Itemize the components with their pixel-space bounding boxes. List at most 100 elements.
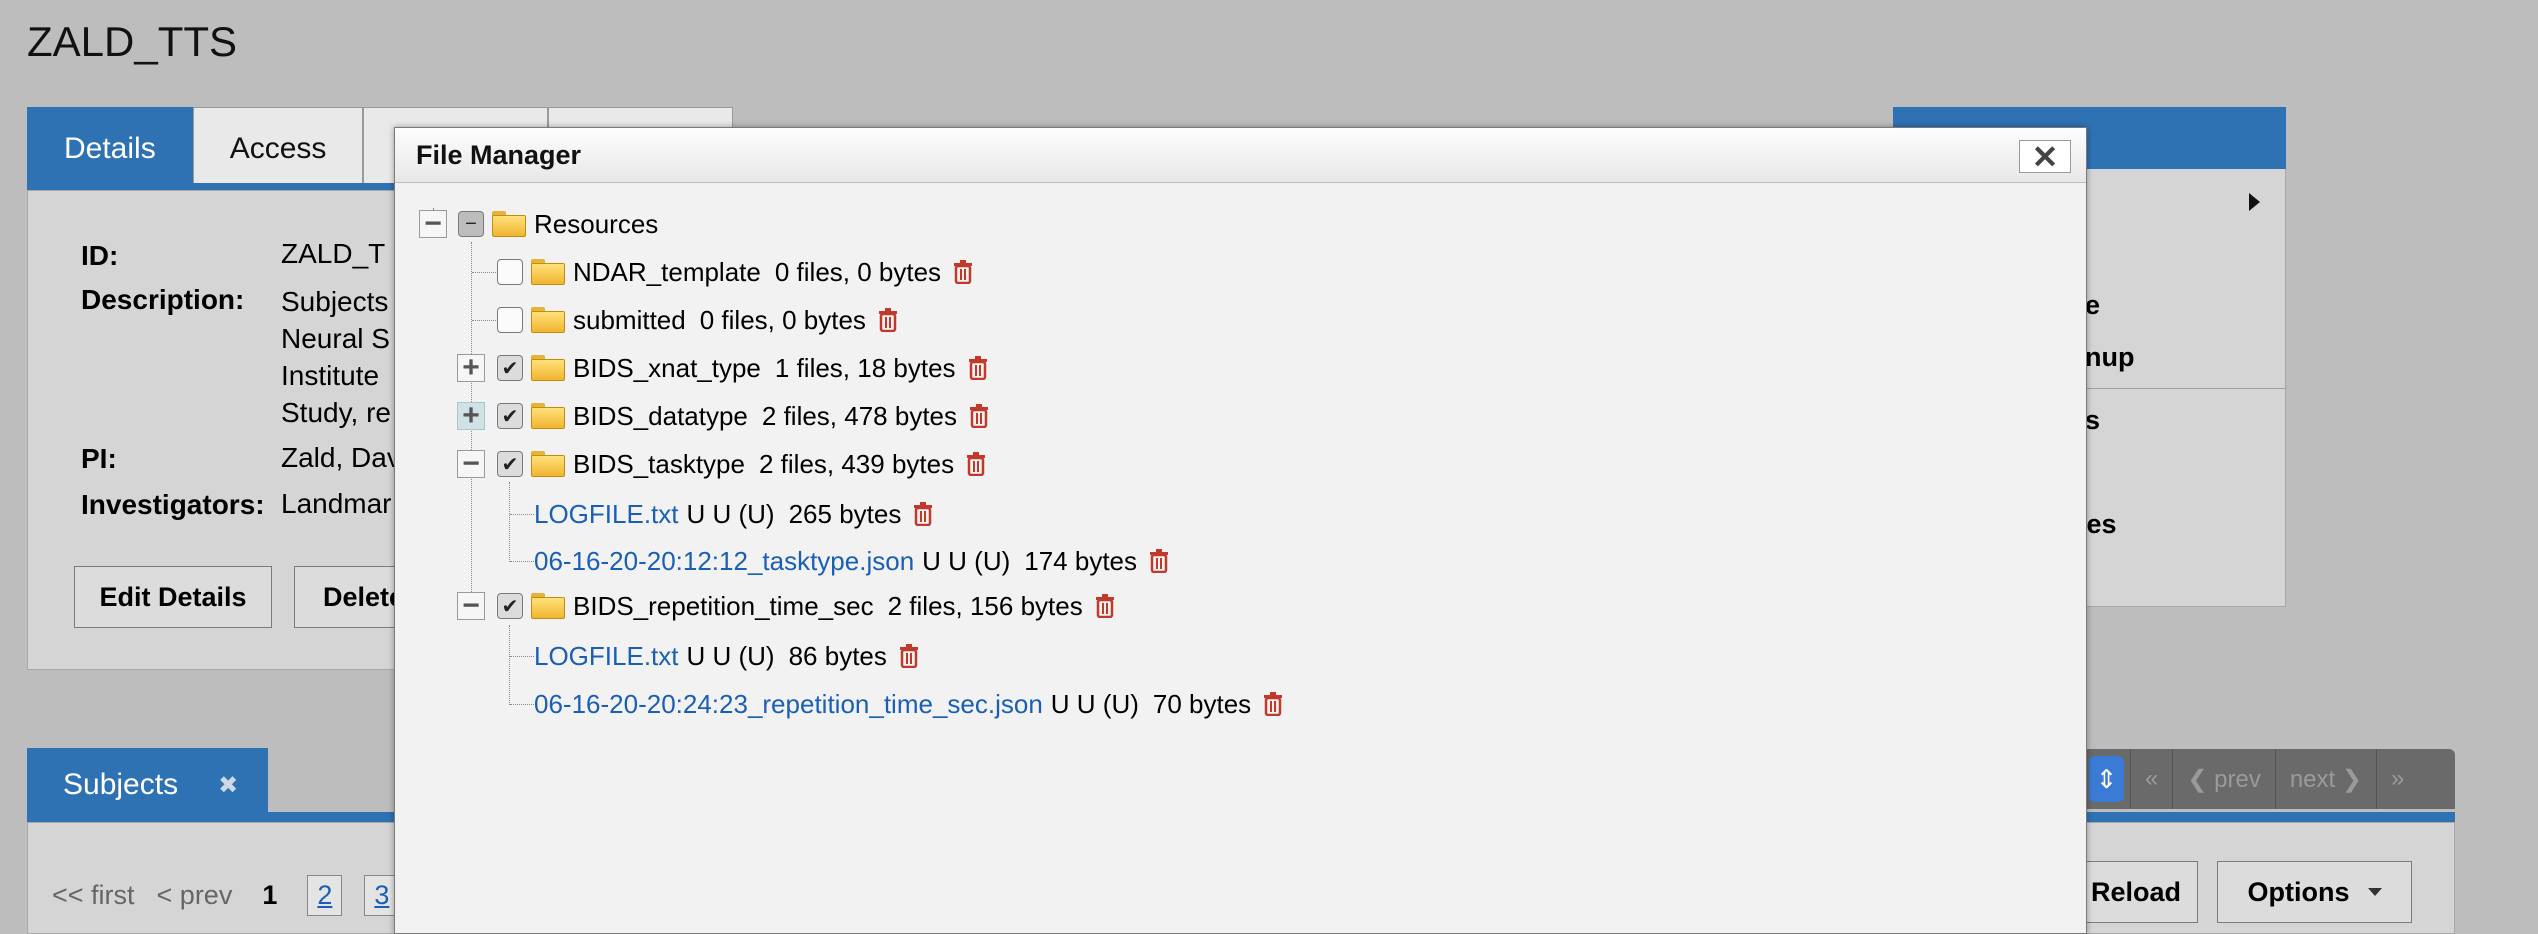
pager-left: << first < prev 1 2 3 xyxy=(52,875,400,916)
trash-icon[interactable] xyxy=(899,644,919,668)
tree-line xyxy=(472,272,496,273)
pi-value: Zald, Dav xyxy=(281,442,401,473)
pager-first-link[interactable]: << first xyxy=(52,880,135,911)
description-line-4: Study, re xyxy=(281,397,391,428)
file-manager-header xyxy=(395,128,2086,183)
folder-stats: 2 files, 156 bytes xyxy=(887,590,1083,621)
tree-node-folder: submitted 0 files, 0 bytes xyxy=(497,301,898,339)
pager-right: ⇕ « ❮ prev next ❯ » xyxy=(2083,749,2455,809)
options-button[interactable]: Options xyxy=(2217,861,2412,923)
file-meta: U U (U) xyxy=(922,545,1011,576)
pager-last-button[interactable]: » xyxy=(2375,749,2418,809)
trash-icon[interactable] xyxy=(968,356,988,380)
file-size: 70 bytes xyxy=(1152,688,1252,719)
checkbox-folder[interactable]: ✔ xyxy=(497,451,523,477)
folder-name[interactable]: BIDS_xnat_type xyxy=(573,353,761,384)
file-meta: U U (U) xyxy=(1050,688,1139,719)
trash-icon[interactable] xyxy=(969,404,989,428)
checkbox-folder[interactable]: ✔ xyxy=(497,593,523,619)
project-title: ZALD_TTS xyxy=(27,18,238,65)
folder-name[interactable]: BIDS_tasktype xyxy=(573,449,745,480)
file-meta: U U (U) xyxy=(686,640,775,671)
collapse-icon[interactable]: − xyxy=(457,591,485,621)
tree-line xyxy=(509,625,510,705)
folder-stats: 2 files, 478 bytes xyxy=(761,400,958,431)
caret-down-icon xyxy=(2367,888,2382,896)
trash-icon[interactable] xyxy=(1095,594,1115,618)
folder-stats: 0 files, 0 bytes xyxy=(699,304,866,335)
tree-node-folder: + ✔ BIDS_xnat_type 1 files, 18 bytes xyxy=(457,349,988,387)
tree-node-folder: + ✔ BIDS_datatype 2 files, 478 bytes xyxy=(457,397,989,435)
tree-node-file: LOGFILE.txt U U (U) 265 bytes xyxy=(534,495,933,533)
tree-node-folder: − ✔ BIDS_repetition_time_sec 2 files, 15… xyxy=(457,587,1115,625)
tree-node-label[interactable]: Resources xyxy=(534,209,658,240)
tree-node-resources: − − Resources xyxy=(419,205,658,243)
folder-name[interactable]: submitted xyxy=(573,305,686,336)
description-label: Description: xyxy=(81,284,245,315)
tab-details[interactable]: Details xyxy=(27,107,193,191)
trash-icon[interactable] xyxy=(913,502,933,526)
page-link-2[interactable]: 2 xyxy=(307,875,343,916)
tree-line xyxy=(510,704,534,705)
pager-prev-button[interactable]: ❮ prev xyxy=(2172,749,2274,809)
id-label: ID: xyxy=(81,240,119,271)
trash-icon[interactable] xyxy=(1149,549,1169,573)
file-manager-title: File Manager xyxy=(416,140,582,170)
folder-name[interactable]: BIDS_datatype xyxy=(573,401,748,432)
tree-node-folder: NDAR_template 0 files, 0 bytes xyxy=(497,253,973,291)
investigators-label: Investigators: xyxy=(81,489,265,520)
pager-first-button[interactable]: « xyxy=(2130,749,2172,809)
checkbox-folder[interactable] xyxy=(497,307,523,333)
pi-label: PI: xyxy=(81,443,117,474)
page-size-spinner-icon[interactable]: ⇕ xyxy=(2089,756,2124,802)
trash-icon[interactable] xyxy=(878,308,898,332)
file-size: 86 bytes xyxy=(788,640,887,671)
trash-icon[interactable] xyxy=(1263,692,1283,716)
tree-node-file: 06-16-20-20:24:23_repetition_time_sec.js… xyxy=(534,685,1283,723)
id-value: ZALD_T xyxy=(281,238,386,269)
trash-icon[interactable] xyxy=(953,260,973,284)
tab-subjects[interactable]: Subjects ✖ xyxy=(27,748,268,822)
options-button-label: Options xyxy=(2247,876,2350,907)
folder-name[interactable]: BIDS_repetition_time_sec xyxy=(573,591,874,622)
file-link[interactable]: LOGFILE.txt xyxy=(534,499,679,530)
tree-line xyxy=(472,320,496,321)
file-link[interactable]: 06-16-20-20:24:23_repetition_time_sec.js… xyxy=(534,689,1043,720)
folder-stats: 1 files, 18 bytes xyxy=(774,352,956,383)
close-icon[interactable]: ✕ xyxy=(2019,139,2071,175)
folder-icon xyxy=(531,355,565,381)
trash-icon[interactable] xyxy=(966,452,986,476)
edit-details-button[interactable]: Edit Details xyxy=(74,566,272,628)
checkbox-folder[interactable]: ✔ xyxy=(497,355,523,381)
description-line-1: Subjects xyxy=(281,286,389,317)
close-icon[interactable]: ✖ xyxy=(218,771,238,800)
collapse-icon[interactable]: − xyxy=(457,449,485,479)
collapse-icon[interactable]: − xyxy=(419,209,447,239)
folder-stats: 2 files, 439 bytes xyxy=(758,448,955,479)
submenu-arrow-icon[interactable] xyxy=(2249,193,2260,211)
file-meta: U U (U) xyxy=(686,498,775,529)
investigators-value: Landmar xyxy=(281,488,392,519)
subjects-tab-label: Subjects xyxy=(63,768,179,801)
file-size: 174 bytes xyxy=(1024,545,1137,576)
checkbox-folder[interactable]: ✔ xyxy=(497,403,523,429)
folder-icon xyxy=(492,211,526,237)
folder-icon xyxy=(531,593,565,619)
file-link[interactable]: 06-16-20-20:12:12_tasktype.json xyxy=(534,546,914,577)
file-link[interactable]: LOGFILE.txt xyxy=(534,641,679,672)
reload-button[interactable]: Reload xyxy=(2068,861,2198,923)
folder-name[interactable]: NDAR_template xyxy=(573,257,761,288)
checkbox-folder[interactable] xyxy=(497,259,523,285)
tree-line xyxy=(510,656,534,657)
file-size: 265 bytes xyxy=(788,498,902,529)
pager-next-button[interactable]: next ❯ xyxy=(2274,749,2376,809)
checkbox-resources[interactable]: − xyxy=(458,211,484,237)
expand-icon[interactable]: + xyxy=(457,401,485,431)
expand-icon[interactable]: + xyxy=(457,353,485,383)
pager-prev-link[interactable]: < prev xyxy=(157,880,233,911)
tree-node-file: LOGFILE.txt U U (U) 86 bytes xyxy=(534,637,919,675)
folder-stats: 0 files, 0 bytes xyxy=(774,256,942,287)
tab-access[interactable]: Access xyxy=(192,107,364,191)
tree-node-folder: − ✔ BIDS_tasktype 2 files, 439 bytes xyxy=(457,445,986,483)
page-current: 1 xyxy=(262,880,278,910)
